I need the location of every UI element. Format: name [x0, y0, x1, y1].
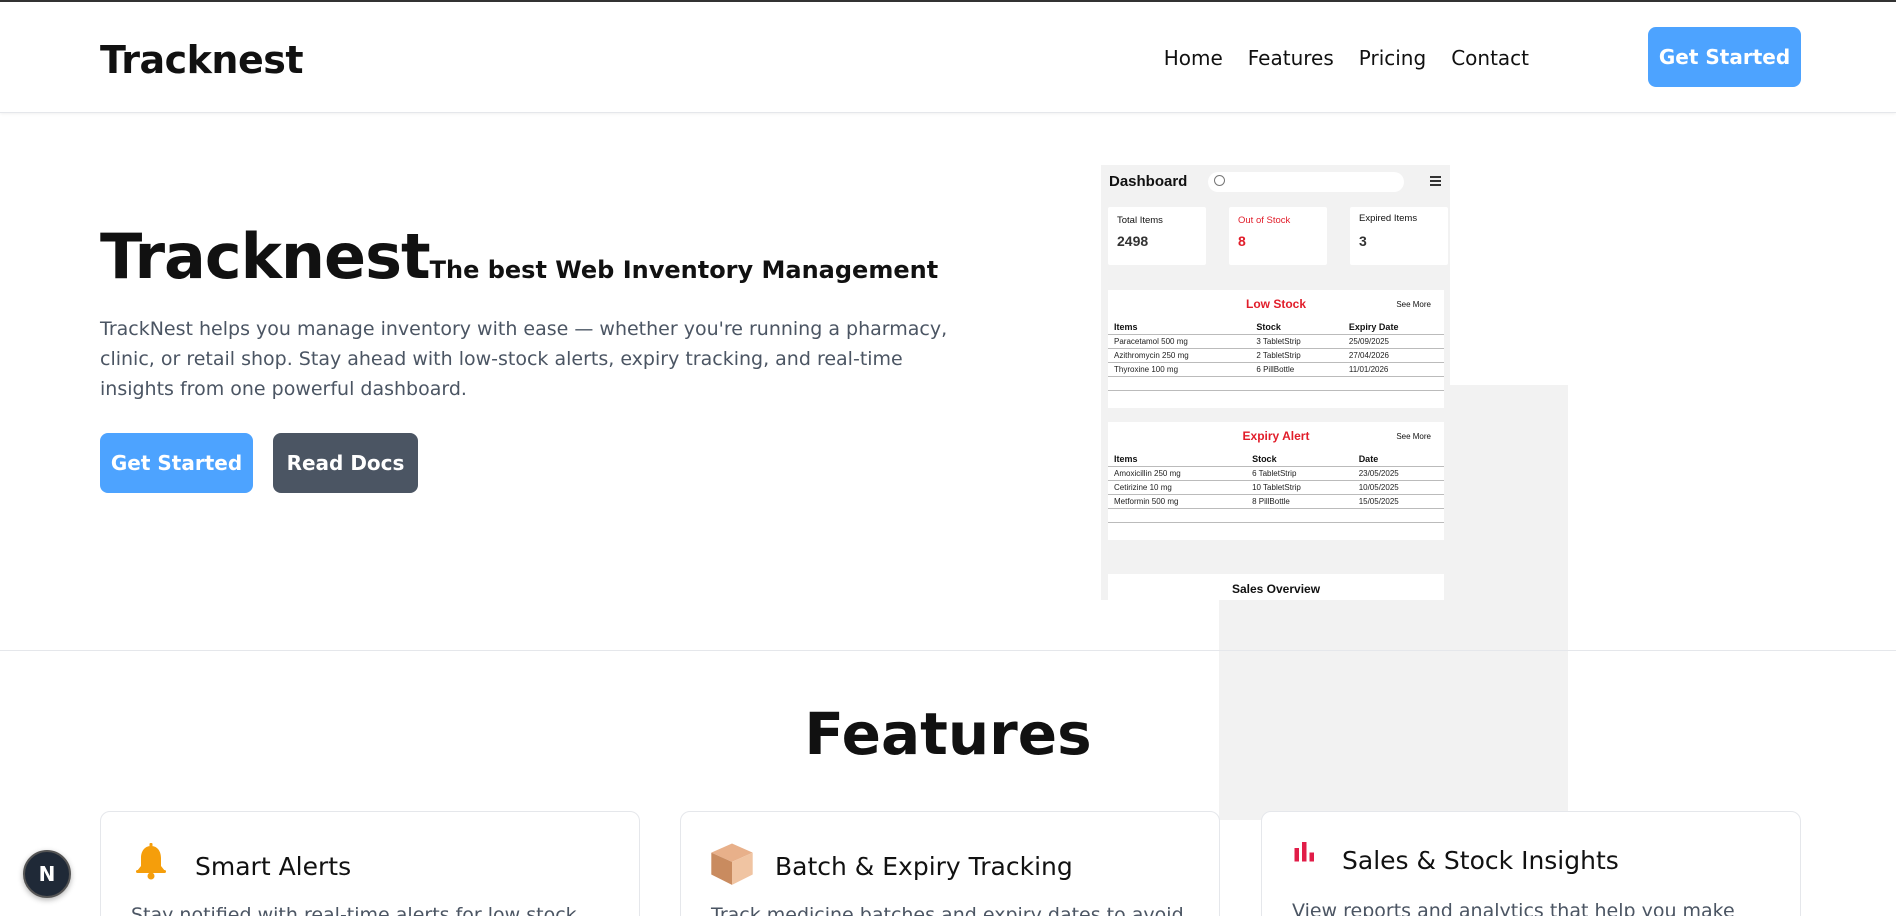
box-icon	[711, 843, 753, 885]
feature-description: Track medicine batches and expiry dates …	[711, 904, 1184, 916]
stat-expired-items: Expired Items 3	[1350, 207, 1448, 265]
hamburger-menu-icon	[1430, 176, 1441, 188]
cell: Thyroxine 100 mg	[1108, 362, 1251, 377]
col-stock: Stock	[1250, 320, 1343, 335]
table-row: Amoxicillin 250 mg 6 TabletStrip 23/05/2…	[1108, 466, 1444, 481]
feature-card-sales-insights: Sales & Stock Insights View reports and …	[1261, 811, 1801, 916]
dashboard-title: Dashboard	[1109, 173, 1188, 190]
nav-link-features[interactable]: Features	[1248, 46, 1334, 70]
nav-link-home[interactable]: Home	[1164, 46, 1223, 70]
stat-value: 3	[1359, 233, 1367, 249]
cell: 23/05/2025	[1352, 466, 1444, 481]
table-row: Thyroxine 100 mg 6 PillBottle 11/01/2026	[1108, 362, 1444, 377]
hero-title-main: Tracknest	[100, 220, 431, 293]
feature-card-batch-expiry: Batch & Expiry Tracking Track medicine b…	[680, 811, 1220, 916]
feature-card-smart-alerts: Smart Alerts Stay notified with real-tim…	[100, 811, 640, 916]
low-stock-table: Items Stock Expiry Date Paracetamol 500 …	[1108, 320, 1444, 391]
read-docs-button[interactable]: Read Docs	[273, 433, 418, 493]
col-expiry: Date	[1352, 452, 1444, 467]
nav-link-pricing[interactable]: Pricing	[1359, 46, 1426, 70]
cell: 27/04/2026	[1342, 348, 1444, 363]
col-items: Items	[1108, 452, 1247, 467]
low-stock-see-more: See More	[1396, 300, 1431, 309]
col-items: Items	[1108, 320, 1251, 335]
nav-link-contact[interactable]: Contact	[1451, 46, 1529, 70]
nav-links: Home Features Pricing Contact	[1139, 46, 1529, 70]
cell: 10/05/2025	[1352, 480, 1444, 495]
hero-description: TrackNest helps you manage inventory wit…	[100, 318, 948, 400]
feature-title: Smart Alerts	[195, 852, 352, 881]
cell: Azithromycin 250 mg	[1108, 348, 1251, 363]
cell: 3 TabletStrip	[1250, 334, 1343, 349]
col-expiry: Expiry Date	[1342, 320, 1444, 335]
cell: Paracetamol 500 mg	[1108, 334, 1251, 349]
feature-title: Batch & Expiry Tracking	[775, 852, 1073, 881]
expiry-alert-table: Items Stock Date Amoxicillin 250 mg 6 Ta…	[1108, 452, 1444, 523]
feature-description: Stay notified with real-time alerts for …	[131, 904, 577, 916]
dashboard-header: Dashboard	[1101, 165, 1450, 199]
col-stock: Stock	[1246, 452, 1353, 467]
sales-overview-card: Sales Overview	[1108, 574, 1444, 600]
brand-logo[interactable]: Tracknest	[100, 38, 304, 82]
stat-out-of-stock: Out of Stock 8	[1229, 207, 1327, 265]
cell: 10 TabletStrip	[1246, 480, 1353, 495]
stat-total-items: Total Items 2498	[1108, 207, 1206, 265]
nextjs-dev-badge[interactable]: N	[23, 850, 71, 898]
cell: Metformin 500 mg	[1108, 494, 1247, 509]
feature-title: Sales & Stock Insights	[1342, 846, 1619, 875]
stat-label: Expired Items	[1359, 213, 1418, 224]
hero-title: Tracknest - The best Web Inventory Manag…	[100, 220, 1568, 820]
cell: 2 TabletStrip	[1250, 348, 1343, 363]
stat-label: Out of Stock	[1238, 215, 1291, 226]
cell: 6 TabletStrip	[1246, 466, 1353, 481]
table-row-empty	[1108, 508, 1444, 523]
cell: Cetirizine 10 mg	[1108, 480, 1247, 495]
hero-subtitle: The best Web Inventory Management	[429, 256, 939, 284]
features-title: Features	[804, 700, 1092, 768]
feature-description: View reports and analytics that help you…	[1292, 900, 1735, 916]
section-divider	[0, 650, 1896, 651]
stat-value: 2498	[1117, 233, 1149, 249]
expiry-alert-see-more: See More	[1396, 432, 1431, 441]
table-row-empty	[1108, 376, 1444, 391]
expiry-alert-card: Expiry Alert See More Items Stock Date A…	[1108, 422, 1444, 540]
bar-chart-icon	[1294, 842, 1314, 862]
search-icon	[1214, 175, 1225, 186]
cell: Amoxicillin 250 mg	[1108, 466, 1247, 481]
dashboard-search	[1208, 172, 1404, 192]
low-stock-card: Low Stock See More Items Stock Expiry Da…	[1108, 290, 1444, 408]
bell-icon	[136, 843, 166, 880]
dashboard-preview: Dashboard Total Items 2498 Out of Stock …	[1101, 165, 1450, 600]
cell: 6 PillBottle	[1250, 362, 1343, 377]
cell: 11/01/2026	[1342, 362, 1444, 377]
hero-get-started-button[interactable]: Get Started	[100, 433, 253, 493]
low-stock-title: Low Stock	[1245, 297, 1306, 311]
stat-label: Total Items	[1117, 215, 1163, 226]
expiry-alert-title: Expiry Alert	[1242, 429, 1310, 443]
table-row: Paracetamol 500 mg 3 TabletStrip 25/09/2…	[1108, 334, 1444, 349]
navbar: Tracknest Home Features Pricing Contact …	[0, 2, 1896, 113]
stat-value: 8	[1238, 233, 1246, 249]
table-row: Azithromycin 250 mg 2 TabletStrip 27/04/…	[1108, 348, 1444, 363]
cell: 8 PillBottle	[1246, 494, 1353, 509]
table-row: Metformin 500 mg 8 PillBottle 15/05/2025	[1108, 494, 1444, 509]
table-row: Cetirizine 10 mg 10 TabletStrip 10/05/20…	[1108, 480, 1444, 495]
nav-get-started-button[interactable]: Get Started	[1648, 27, 1801, 87]
cell: 25/09/2025	[1342, 334, 1444, 349]
cell: 15/05/2025	[1352, 494, 1444, 509]
